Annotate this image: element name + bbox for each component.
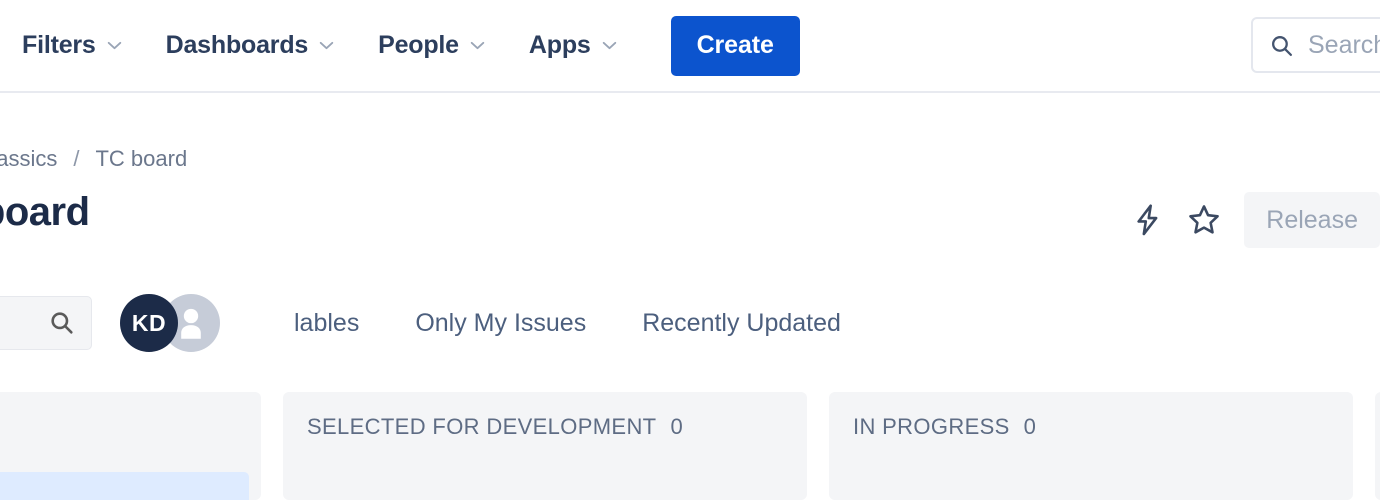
- release-button[interactable]: Release: [1244, 192, 1380, 248]
- breadcrumb: TC Classics / TC board: [0, 146, 187, 172]
- nav-item-filters[interactable]: Filters: [22, 23, 144, 68]
- column-title: IN PROGRESS: [853, 414, 1010, 440]
- breadcrumb-item-board[interactable]: TC board: [95, 146, 187, 172]
- breadcrumb-separator: /: [57, 146, 95, 172]
- page-header: TC board Release: [0, 190, 1380, 252]
- board-column-backlog[interactable]: BACKLOG 0: [0, 392, 261, 500]
- quick-filter-recently-updated[interactable]: Recently Updated: [614, 299, 869, 348]
- quick-filter-lables[interactable]: lables: [266, 299, 387, 348]
- nav-item-label: Filters: [22, 31, 96, 60]
- column-header: IN PROGRESS 0: [853, 414, 1329, 440]
- column-header: SELECTED FOR DEVELOPMENT 0: [307, 414, 783, 440]
- board-filter-bar: KD lables Only My Issues Recently Update…: [0, 295, 1380, 351]
- page-title: TC board: [0, 190, 90, 235]
- column-title: SELECTED FOR DEVELOPMENT: [307, 414, 656, 440]
- column-header: BACKLOG 0: [0, 414, 237, 440]
- board-search-box[interactable]: [0, 296, 92, 350]
- nav-item-people[interactable]: People: [378, 23, 507, 68]
- avatar[interactable]: KD: [120, 294, 178, 352]
- top-navigation-bar: Filters Dashboards People Apps: [0, 0, 1380, 93]
- page-actions: Release: [1120, 192, 1380, 248]
- column-count: 0: [1024, 414, 1036, 440]
- lightning-bolt-icon[interactable]: [1120, 192, 1176, 248]
- nav-item-label: People: [378, 31, 459, 60]
- create-button[interactable]: Create: [671, 16, 800, 76]
- chevron-down-icon: [602, 41, 617, 50]
- nav-menu: Filters Dashboards People Apps: [0, 16, 800, 76]
- search-input[interactable]: [1308, 31, 1380, 60]
- search-icon: [1269, 33, 1294, 58]
- global-search-box[interactable]: [1251, 17, 1380, 73]
- quick-filters: lables Only My Issues Recently Updated: [266, 299, 869, 348]
- nav-item-apps[interactable]: Apps: [529, 23, 639, 68]
- nav-item-label: Dashboards: [166, 31, 308, 60]
- avatar-group: KD: [120, 294, 220, 352]
- chevron-down-icon: [470, 41, 485, 50]
- chevron-down-icon: [319, 41, 334, 50]
- breadcrumb-item-project[interactable]: TC Classics: [0, 146, 57, 172]
- chevron-down-icon: [107, 41, 122, 50]
- board-column-selected-for-development[interactable]: SELECTED FOR DEVELOPMENT 0: [283, 392, 807, 500]
- jira-board-page: Filters Dashboards People Apps: [0, 0, 1380, 500]
- nav-item-dashboards[interactable]: Dashboards: [166, 23, 356, 68]
- board-columns: BACKLOG 0 SELECTED FOR DEVELOPMENT 0 IN …: [0, 392, 1380, 500]
- issue-card-placeholder[interactable]: [0, 472, 249, 500]
- nav-item-label: Apps: [529, 31, 591, 60]
- star-icon[interactable]: [1176, 192, 1232, 248]
- search-icon: [49, 310, 75, 336]
- board-column-done[interactable]: DONE 0: [1375, 392, 1380, 500]
- quick-filter-only-my-issues[interactable]: Only My Issues: [387, 299, 614, 348]
- column-count: 0: [670, 414, 682, 440]
- board-column-in-progress[interactable]: IN PROGRESS 0: [829, 392, 1353, 500]
